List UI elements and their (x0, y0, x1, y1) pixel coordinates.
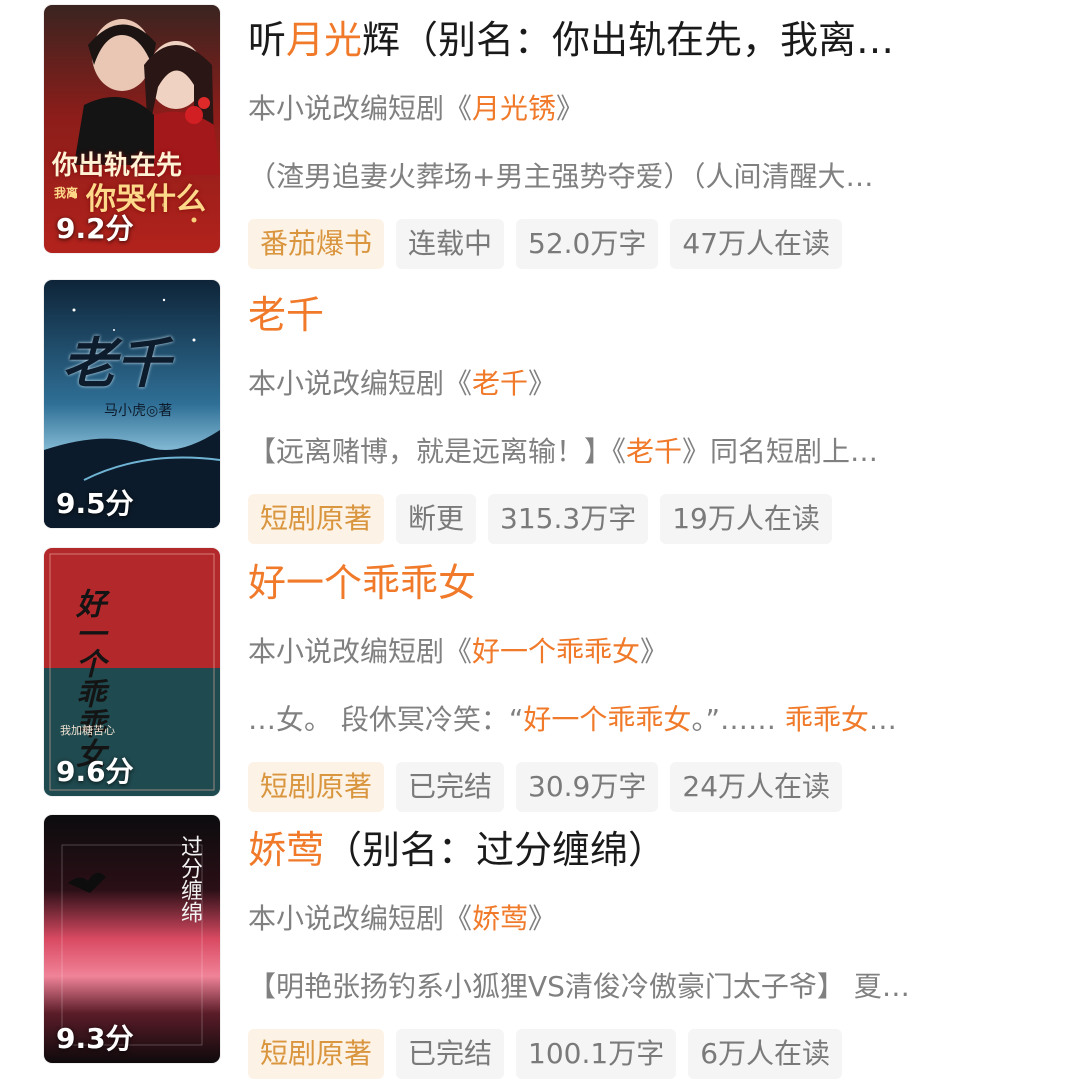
title-part: 辉（别名：你出轨在先，我离… (362, 18, 895, 62)
book-description: …女。 段休冥冷笑：“好一个乖乖女。”…… 乖乖女… (248, 700, 1036, 740)
book-cover[interactable]: 你出轨在先 我离 你哭什么 9.2分 (44, 5, 220, 253)
adaptation-prefix: 本小说改编短剧《 (248, 92, 473, 125)
book-description: 【明艳张扬钓系小狐狸VS清俊冷傲豪门太子爷】 夏… (248, 967, 1036, 1007)
adaptation-name[interactable]: 娇莺 (472, 902, 528, 935)
source-tag[interactable]: 短剧原著 (248, 494, 385, 544)
description-part: 【远离赌博，就是远离输！】《 (248, 435, 627, 468)
source-tag[interactable]: 番茄爆书 (248, 219, 385, 269)
adaptation-suffix: 》 (528, 367, 557, 400)
rating-score: 9.3分 (56, 1022, 134, 1055)
readers-tag: 6万人在读 (688, 1029, 843, 1079)
status-tag: 已完结 (396, 762, 505, 812)
cover-small-text: 我离 (54, 186, 79, 200)
book-item[interactable]: 过分缠绵 9.3分 娇莺（别名：过分缠绵） 本小说改编短剧《娇莺》 【明艳张扬钓… (0, 815, 1080, 1085)
adaptation-line: 本小说改编短剧《老千》 (248, 364, 1048, 404)
word-count-tag: 52.0万字 (516, 219, 659, 269)
book-cover[interactable]: 老千 马小虎◎著 9.5分 (44, 280, 220, 528)
word-count-tag: 30.9万字 (516, 762, 659, 812)
description-part: 。”…… (691, 703, 785, 736)
adaptation-name[interactable]: 好一个乖乖女 (472, 635, 640, 668)
cover-title: 过分缠绵 (177, 835, 202, 923)
title-part: 听 (248, 18, 287, 62)
book-list: 你出轨在先 我离 你哭什么 9.2分 听月光辉（别名：你出轨在先，我离… 本小说… (0, 0, 1080, 1080)
title-part: 月光 (286, 18, 363, 62)
description-part: 乖乖女 (784, 703, 869, 736)
adaptation-line: 本小说改编短剧《月光锈》 (248, 89, 1048, 129)
source-tag[interactable]: 短剧原著 (248, 1029, 385, 1079)
adaptation-name[interactable]: 月光锈 (472, 92, 556, 125)
adaptation-prefix: 本小说改编短剧《 (248, 367, 473, 400)
adaptation-prefix: 本小说改编短剧《 (248, 635, 473, 668)
adaptation-name[interactable]: 老千 (472, 367, 528, 400)
word-count-tag: 315.3万字 (488, 494, 649, 544)
adaptation-suffix: 》 (528, 902, 557, 935)
readers-tag: 47万人在读 (670, 219, 843, 269)
status-tag: 已完结 (396, 1029, 505, 1079)
book-description: 【远离赌博，就是远离输！】《老千》同名短剧上… (248, 432, 1036, 472)
description-part: … (868, 703, 897, 736)
book-title[interactable]: 老千 (248, 280, 1048, 350)
book-item[interactable]: 好一个乖乖女 我加糖苦心 9.6分 好一个乖乖女 本小说改编短剧《好一个乖乖女》… (0, 548, 1080, 818)
title-part: 娇莺 (248, 828, 325, 872)
description-part: 好一个乖乖女 (523, 703, 692, 736)
book-title[interactable]: 好一个乖乖女 (248, 548, 1048, 618)
book-title[interactable]: 娇莺（别名：过分缠绵） (248, 815, 1048, 885)
cover-author: 我加糖苦心 (60, 724, 115, 737)
book-cover[interactable]: 好一个乖乖女 我加糖苦心 9.6分 (44, 548, 220, 796)
description-part: （渣男追妻火葬场+男主强势夺爱）（人间清醒大… (248, 160, 874, 193)
cover-title: 好一个乖乖女 (70, 588, 105, 768)
cover-author: 马小虎◎著 (104, 403, 173, 419)
readers-tag: 24万人在读 (670, 762, 843, 812)
rating-score: 9.2分 (56, 212, 134, 245)
adaptation-suffix: 》 (640, 635, 669, 668)
book-item[interactable]: 你出轨在先 我离 你哭什么 9.2分 听月光辉（别名：你出轨在先，我离… 本小说… (0, 5, 1080, 275)
description-part: 》同名短剧上… (682, 435, 879, 468)
source-tag[interactable]: 短剧原著 (248, 762, 385, 812)
title-part: 老千 (248, 293, 325, 337)
readers-tag: 19万人在读 (660, 494, 832, 544)
cover-title: 老千 (62, 331, 170, 395)
adaptation-suffix: 》 (556, 92, 585, 125)
adaptation-line: 本小说改编短剧《好一个乖乖女》 (248, 632, 1048, 672)
title-part: 好一个乖乖女 (248, 561, 477, 605)
book-title[interactable]: 听月光辉（别名：你出轨在先，我离… (248, 5, 1048, 75)
description-part: 【明艳张扬钓系小狐狸VS清俊冷傲豪门太子爷】 夏… (248, 970, 910, 1003)
adaptation-line: 本小说改编短剧《娇莺》 (248, 899, 1048, 939)
rating-score: 9.5分 (56, 487, 134, 520)
description-part: …女。 段休冥冷笑：“ (248, 703, 524, 736)
tag-row: 番茄爆书 连载中 52.0万字 47万人在读 (248, 219, 843, 269)
tag-row: 短剧原著 断更 315.3万字 19万人在读 (248, 494, 832, 544)
tag-row: 短剧原著 已完结 100.1万字 6万人在读 (248, 1029, 843, 1079)
title-part: （别名：过分缠绵） (324, 828, 667, 872)
cover-subtitle: 你哭什么 (86, 182, 206, 217)
tag-row: 短剧原著 已完结 30.9万字 24万人在读 (248, 762, 843, 812)
cover-title: 你出轨在先 (52, 151, 183, 181)
book-cover[interactable]: 过分缠绵 9.3分 (44, 815, 220, 1063)
status-tag: 连载中 (396, 219, 505, 269)
status-tag: 断更 (396, 494, 477, 544)
book-item[interactable]: 老千 马小虎◎著 9.5分 老千 本小说改编短剧《老千》 【远离赌博，就是远离输… (0, 280, 1080, 550)
description-part: 老千 (626, 435, 683, 468)
adaptation-prefix: 本小说改编短剧《 (248, 902, 473, 935)
rating-score: 9.6分 (56, 755, 134, 788)
word-count-tag: 100.1万字 (516, 1029, 677, 1079)
book-description: （渣男追妻火葬场+男主强势夺爱）（人间清醒大… (248, 157, 1036, 197)
